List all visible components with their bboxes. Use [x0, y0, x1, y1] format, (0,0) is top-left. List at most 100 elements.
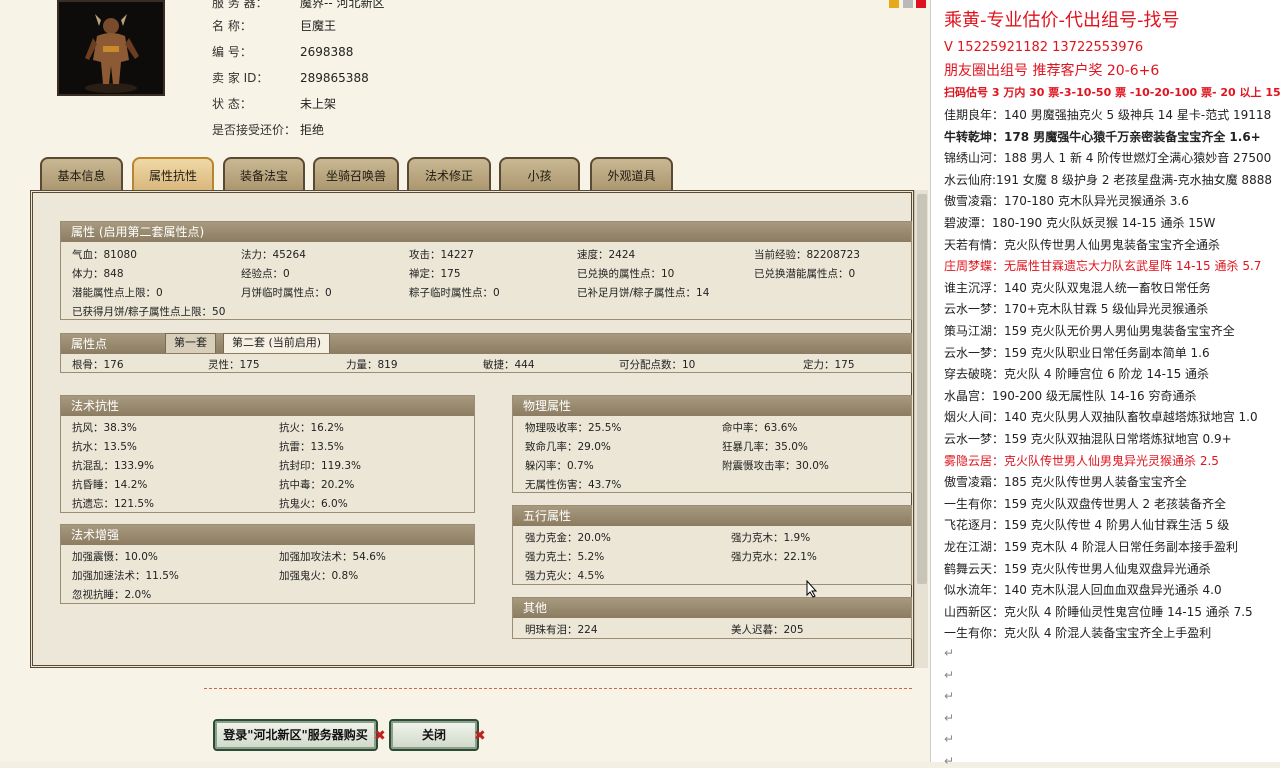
enhance-cell: 加强加攻法术：54.6% [279, 551, 386, 563]
login-buy-button[interactable]: 登录"河北新区"服务器购买 [213, 719, 378, 751]
subtab-second-set[interactable]: 第二套 (当前启用) [223, 333, 331, 353]
point-cell: 可分配点数：10 [619, 359, 696, 371]
note-line: 龙在江湖：159 克木队 4 阶混人日常任务副本接手盈利 [944, 540, 1238, 554]
enhance-cell: 加强震慑：10.0% [72, 551, 158, 563]
other-cell: 美人迟暮：205 [731, 624, 804, 636]
info-value: 魔界-- 河北新区 [300, 0, 385, 10]
info-value: 巨魔王 [300, 19, 337, 33]
mouse-cursor-icon [806, 580, 818, 598]
tab-6[interactable]: 外观道具 [590, 157, 673, 193]
note-line: ↵ [944, 689, 955, 704]
enhance-title: 法术增强 [61, 525, 474, 545]
close-button[interactable]: 关闭 [389, 719, 479, 751]
window-icon[interactable] [903, 0, 913, 8]
info-value: 拒绝 [300, 123, 325, 137]
info-key: 名 称： [212, 19, 252, 33]
resist-cell: 抗昏睡：14.2% [72, 479, 148, 491]
close-icon[interactable] [916, 0, 926, 8]
notes-panel: 乘黄-专业估价-代出组号-找号 V 15225921182 13722553976… [930, 0, 1280, 768]
info-row: 编 号： 2698388 [212, 43, 353, 61]
tab-0[interactable]: 基本信息 [40, 157, 123, 193]
listing-panel: 服 务 器： 魔界-- 河北新区名 称： 巨魔王编 号： 2698388 卖 家 ID：… [0, 0, 930, 762]
enhance-cell: 加强鬼火：0.8% [279, 570, 359, 582]
attr-cell: 经验点：0 [241, 268, 290, 280]
info-row: 名 称： 巨魔王 [212, 17, 336, 35]
attr-cell: 气血：81080 [72, 249, 137, 261]
note-line: 碧波潭：180-190 克火队妖灵猴 14-15 通杀 15W [944, 216, 1216, 230]
attr-cell: 速度：2424 [577, 249, 636, 261]
info-key: 编 号： [212, 45, 252, 59]
note-line: ↵ [944, 710, 955, 725]
note-line: 谁主沉浮：140 克火队双鬼混人统一畜牧日常任务 [944, 280, 1211, 295]
resist-cell: 抗中毒：20.2% [279, 479, 355, 491]
note-line: 山西新区：克火队 4 阶睡仙灵性鬼宫位睡 14-15 通杀 7.5 [944, 604, 1253, 619]
note-line: 似水流年：140 克木队混人回血血双盘异光通杀 4.0 [944, 583, 1222, 598]
note-line: V 15225921182 13722553976 [944, 40, 1144, 55]
attr-cell: 禅定：175 [409, 268, 461, 280]
five-element-cell: 强力克木：1.9% [731, 532, 811, 544]
info-key: 卖 家 ID： [212, 71, 269, 85]
attr-cell: 法力：45264 [241, 249, 306, 261]
point-cell: 根骨：176 [72, 359, 124, 371]
resist-cell: 抗鬼火：6.0% [279, 498, 348, 510]
point-cell: 灵性：175 [208, 359, 260, 371]
note-line: 佳期良年：140 男魔强抽克火 5 级神兵 14 星卡-范式 19118 [944, 108, 1272, 122]
resist-cell: 抗水：13.5% [72, 441, 137, 453]
other-cell: 明珠有泪：224 [525, 624, 598, 636]
physical-cell: 狂暴几率：35.0% [722, 441, 808, 453]
divider [204, 688, 912, 689]
resist-title: 法术抗性 [61, 396, 474, 416]
note-line: 锦绣山河：188 男人 1 新 4 阶传世燃灯全满心猿妙音 27500 [944, 151, 1272, 166]
panel-scrollbar[interactable] [914, 190, 928, 668]
note-line: 云水一梦：159 克火队职业日常任务副本简单 1.6 [944, 345, 1210, 360]
resist-cell: 抗风：38.3% [72, 422, 137, 434]
note-line: 扫码估号 3 万内 30 票-3-10-50 票 -10-20-100 票- 2… [944, 86, 1280, 99]
physical-cell: 附震慑攻击率：30.0% [722, 460, 829, 472]
attr-cell: 已兑换的属性点：10 [577, 268, 675, 280]
other-title: 其他 [513, 598, 911, 618]
five-element-cell: 强力克土：5.2% [525, 551, 605, 563]
five-element-cell: 强力克金：20.0% [525, 532, 611, 544]
resist-cell: 抗遗忘：121.5% [72, 498, 155, 510]
info-key: 是否接受还价： [212, 123, 297, 137]
resist-cell: 抗雷：13.5% [279, 441, 344, 453]
resist-cell: 抗封印：119.3% [279, 460, 362, 472]
info-value: 2698388 [300, 45, 354, 59]
note-line: 云水一梦：159 克火队双抽混队日常塔炼狱地宫 0.9+ [944, 432, 1232, 446]
note-line: 飞花逐月：159 克火队传世 4 阶男人仙甘霖生活 5 级 [944, 518, 1230, 533]
tool-icon[interactable] [889, 0, 899, 8]
note-line: 雾隐云居：克火队传世男人仙男鬼异光灵猴通杀 2.5 [944, 453, 1219, 468]
five-element-cell: 强力克水：22.1% [731, 551, 817, 563]
note-line: 朋友圈出组号 推荐客户奖 20-6+6 [944, 63, 1160, 79]
physical-title: 物理属性 [513, 396, 911, 416]
tab-5[interactable]: 小孩 [499, 157, 580, 193]
five-element-cell: 强力克火：4.5% [525, 570, 605, 582]
info-row: 状 态： 未上架 [212, 95, 336, 113]
info-row: 卖 家 ID： 289865388 [212, 69, 369, 87]
attr-cell: 已获得月饼/粽子属性点上限：50 [72, 306, 226, 318]
note-line: 庄周梦蝶：无属性甘霖遗忘大力队玄武星阵 14-15 通杀 5.7 [944, 259, 1262, 274]
note-line: ↵ [944, 646, 955, 660]
subtab-first-set[interactable]: 第一套 [165, 333, 216, 353]
attributes-title: 属性 (启用第二套属性点) [61, 222, 911, 242]
tab-1[interactable]: 属性抗性 [132, 157, 214, 193]
note-line: 牛转乾坤：178 男魔强牛心猿千万亲密装备宝宝齐全 1.6+ [944, 129, 1261, 144]
note-line: 鹤舞云天：159 克火队传世男人仙鬼双盘异光通杀 [944, 561, 1211, 576]
physical-cell: 躲闪率：0.7% [525, 460, 594, 472]
tab-4[interactable]: 法术修正 [407, 157, 491, 193]
info-key: 状 态： [212, 97, 252, 111]
enhance-cell: 忽视抗睡：2.0% [72, 589, 152, 601]
note-line: ↵ [944, 667, 955, 682]
note-line: 乘黄-专业估价-代出组号-找号 [944, 10, 1180, 31]
resist-cell: 抗火：16.2% [279, 422, 344, 434]
tab-3[interactable]: 坐骑召唤兽 [313, 157, 399, 193]
enhance-cell: 加强加速法术：11.5% [72, 570, 179, 582]
physical-cell: 无属性伤害：43.7% [525, 479, 622, 491]
note-line: 傲雪凌霜：185 克火队传世男人装备宝宝齐全 [944, 475, 1187, 490]
scroll-thumb[interactable] [917, 194, 927, 584]
resist-cell: 抗混乱：133.9% [72, 460, 155, 472]
info-value: 未上架 [300, 97, 337, 111]
attr-cell: 粽子临时属性点：0 [409, 287, 500, 299]
note-line: 傲雪凌霜：170-180 克木队异光灵猴通杀 3.6 [944, 194, 1189, 209]
tab-2[interactable]: 装备法宝 [223, 157, 305, 193]
